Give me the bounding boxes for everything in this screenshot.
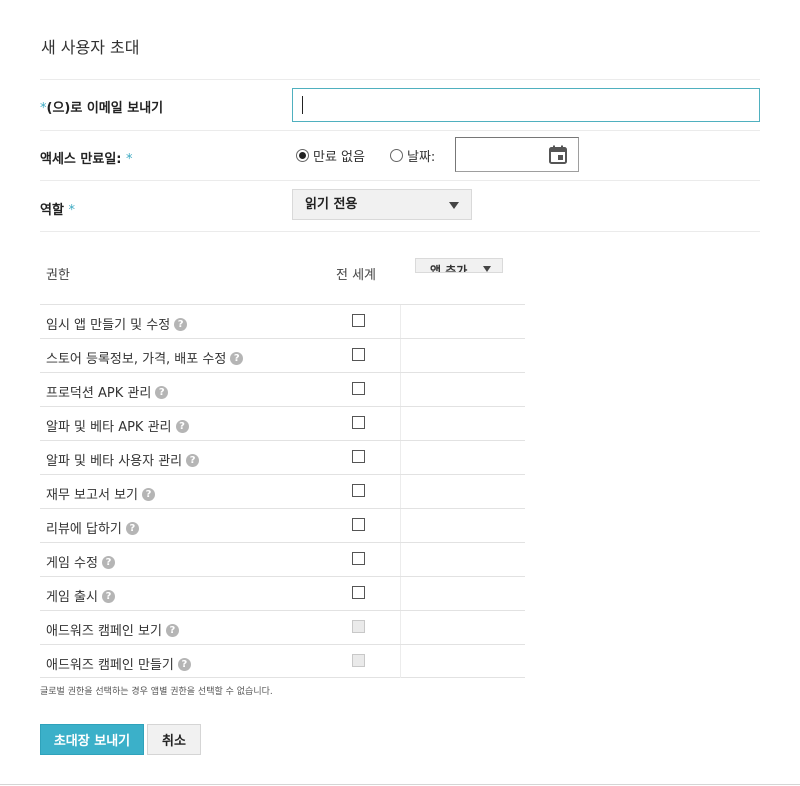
help-icon[interactable]: ? [101,556,115,569]
help-icon[interactable]: ? [142,488,155,501]
radio-date-label: 날짜: [407,150,436,165]
permission-label: 임시 앱 만들기 및 수정? [46,314,188,333]
permission-row: 스토어 등록정보, 가격, 배포 수정? [40,338,525,372]
column-divider [400,305,401,338]
help-icon[interactable]: ? [125,522,139,535]
email-field-label: *(으)로 이메일 보내기 [40,101,164,116]
permission-row: 애드워즈 캠페인 보기? [40,610,525,644]
cancel-button[interactable]: 취소 [147,724,201,755]
column-divider [400,543,401,576]
column-divider [400,509,401,542]
permission-row: 프로덕션 APK 관리? [40,372,525,406]
radio-date-control[interactable] [390,149,403,162]
calendar-icon[interactable] [548,145,568,165]
help-icon[interactable]: ? [175,420,189,433]
permission-label: 알파 및 베타 사용자 관리? [46,450,200,469]
global-permission-checkbox[interactable] [352,586,365,599]
permission-row: 게임 출시? [40,576,525,610]
divider [40,180,760,181]
divider [40,79,760,80]
help-icon[interactable]: ? [186,454,200,467]
help-icon[interactable]: ? [230,352,244,365]
help-icon[interactable]: ? [165,624,179,637]
divider [0,784,800,785]
permission-row: 리뷰에 답하기? [40,508,525,542]
global-column-header: 전 세계 [336,268,377,283]
permission-label: 알파 및 베타 APK 관리? [46,416,189,435]
dropdown-arrow-icon [483,266,491,272]
permission-row: 알파 및 베타 APK 관리? [40,406,525,440]
global-permission-checkbox[interactable] [352,484,365,497]
column-divider [400,475,401,508]
radio-no-expiry-label: 만료 없음 [313,150,365,165]
help-icon[interactable]: ? [155,386,169,399]
permission-label: 애드워즈 캠페인 만들기? [46,654,191,673]
permission-row: 애드워즈 캠페인 만들기? [40,644,525,678]
global-permission-checkbox[interactable] [352,416,365,429]
permissions-header: 권한 [46,268,70,283]
radio-date[interactable]: 날짜: [390,146,435,165]
global-permission-checkbox[interactable] [352,552,365,565]
global-permission-checkbox [352,620,365,633]
permissions-note: 글로벌 권한을 선택하는 경우 앱별 권한을 선택할 수 없습니다. [40,687,273,697]
column-divider [400,611,401,644]
permission-label: 애드워즈 캠페인 보기? [46,620,179,639]
role-select[interactable]: 읽기 전용 [292,189,472,220]
column-divider [400,373,401,406]
global-permission-checkbox[interactable] [352,518,365,531]
permission-row: 재무 보고서 보기? [40,474,525,508]
dropdown-arrow-icon [449,202,459,209]
role-select-value: 읽기 전용 [305,197,358,212]
permission-label: 스토어 등록정보, 가격, 배포 수정? [46,348,244,367]
send-invite-button[interactable]: 초대장 보내기 [40,724,144,755]
date-input[interactable] [455,137,579,172]
permission-row: 게임 수정? [40,542,525,576]
column-divider [400,645,401,678]
radio-no-expiry[interactable]: 만료 없음 [296,146,365,165]
divider [40,231,760,232]
text-caret [302,96,303,114]
column-divider [400,407,401,440]
add-app-button[interactable]: 앱 추가 [415,258,503,273]
email-input[interactable] [292,88,760,122]
add-app-label: 앱 추가 [430,264,468,273]
permission-label: 재무 보고서 보기? [46,484,155,503]
radio-no-expiry-control[interactable] [296,149,309,162]
access-expiry-label: 액세스 만료일: * [40,152,133,167]
column-divider [400,339,401,372]
permission-label: 프로덕션 APK 관리? [46,382,169,401]
permissions-table: 임시 앱 만들기 및 수정? 스토어 등록정보, 가격, 배포 수정? 프로덕션 A… [40,304,525,678]
dialog-title: 새 사용자 초대 [41,38,140,57]
permission-row: 알파 및 베타 사용자 관리? [40,440,525,474]
global-permission-checkbox[interactable] [352,450,365,463]
permission-row: 임시 앱 만들기 및 수정? [40,304,525,338]
help-icon[interactable]: ? [177,658,191,671]
help-icon[interactable]: ? [101,590,115,603]
global-permission-checkbox[interactable] [352,382,365,395]
global-permission-checkbox[interactable] [352,348,365,361]
column-divider [400,441,401,474]
permission-label: 리뷰에 답하기? [46,518,139,537]
permission-label: 게임 수정? [46,552,115,571]
divider [40,130,760,131]
help-icon[interactable]: ? [174,318,188,331]
column-divider [400,577,401,610]
role-label: 역할 * [40,203,75,218]
global-permission-checkbox[interactable] [352,314,365,327]
permission-label: 게임 출시? [46,586,115,605]
global-permission-checkbox [352,654,365,667]
